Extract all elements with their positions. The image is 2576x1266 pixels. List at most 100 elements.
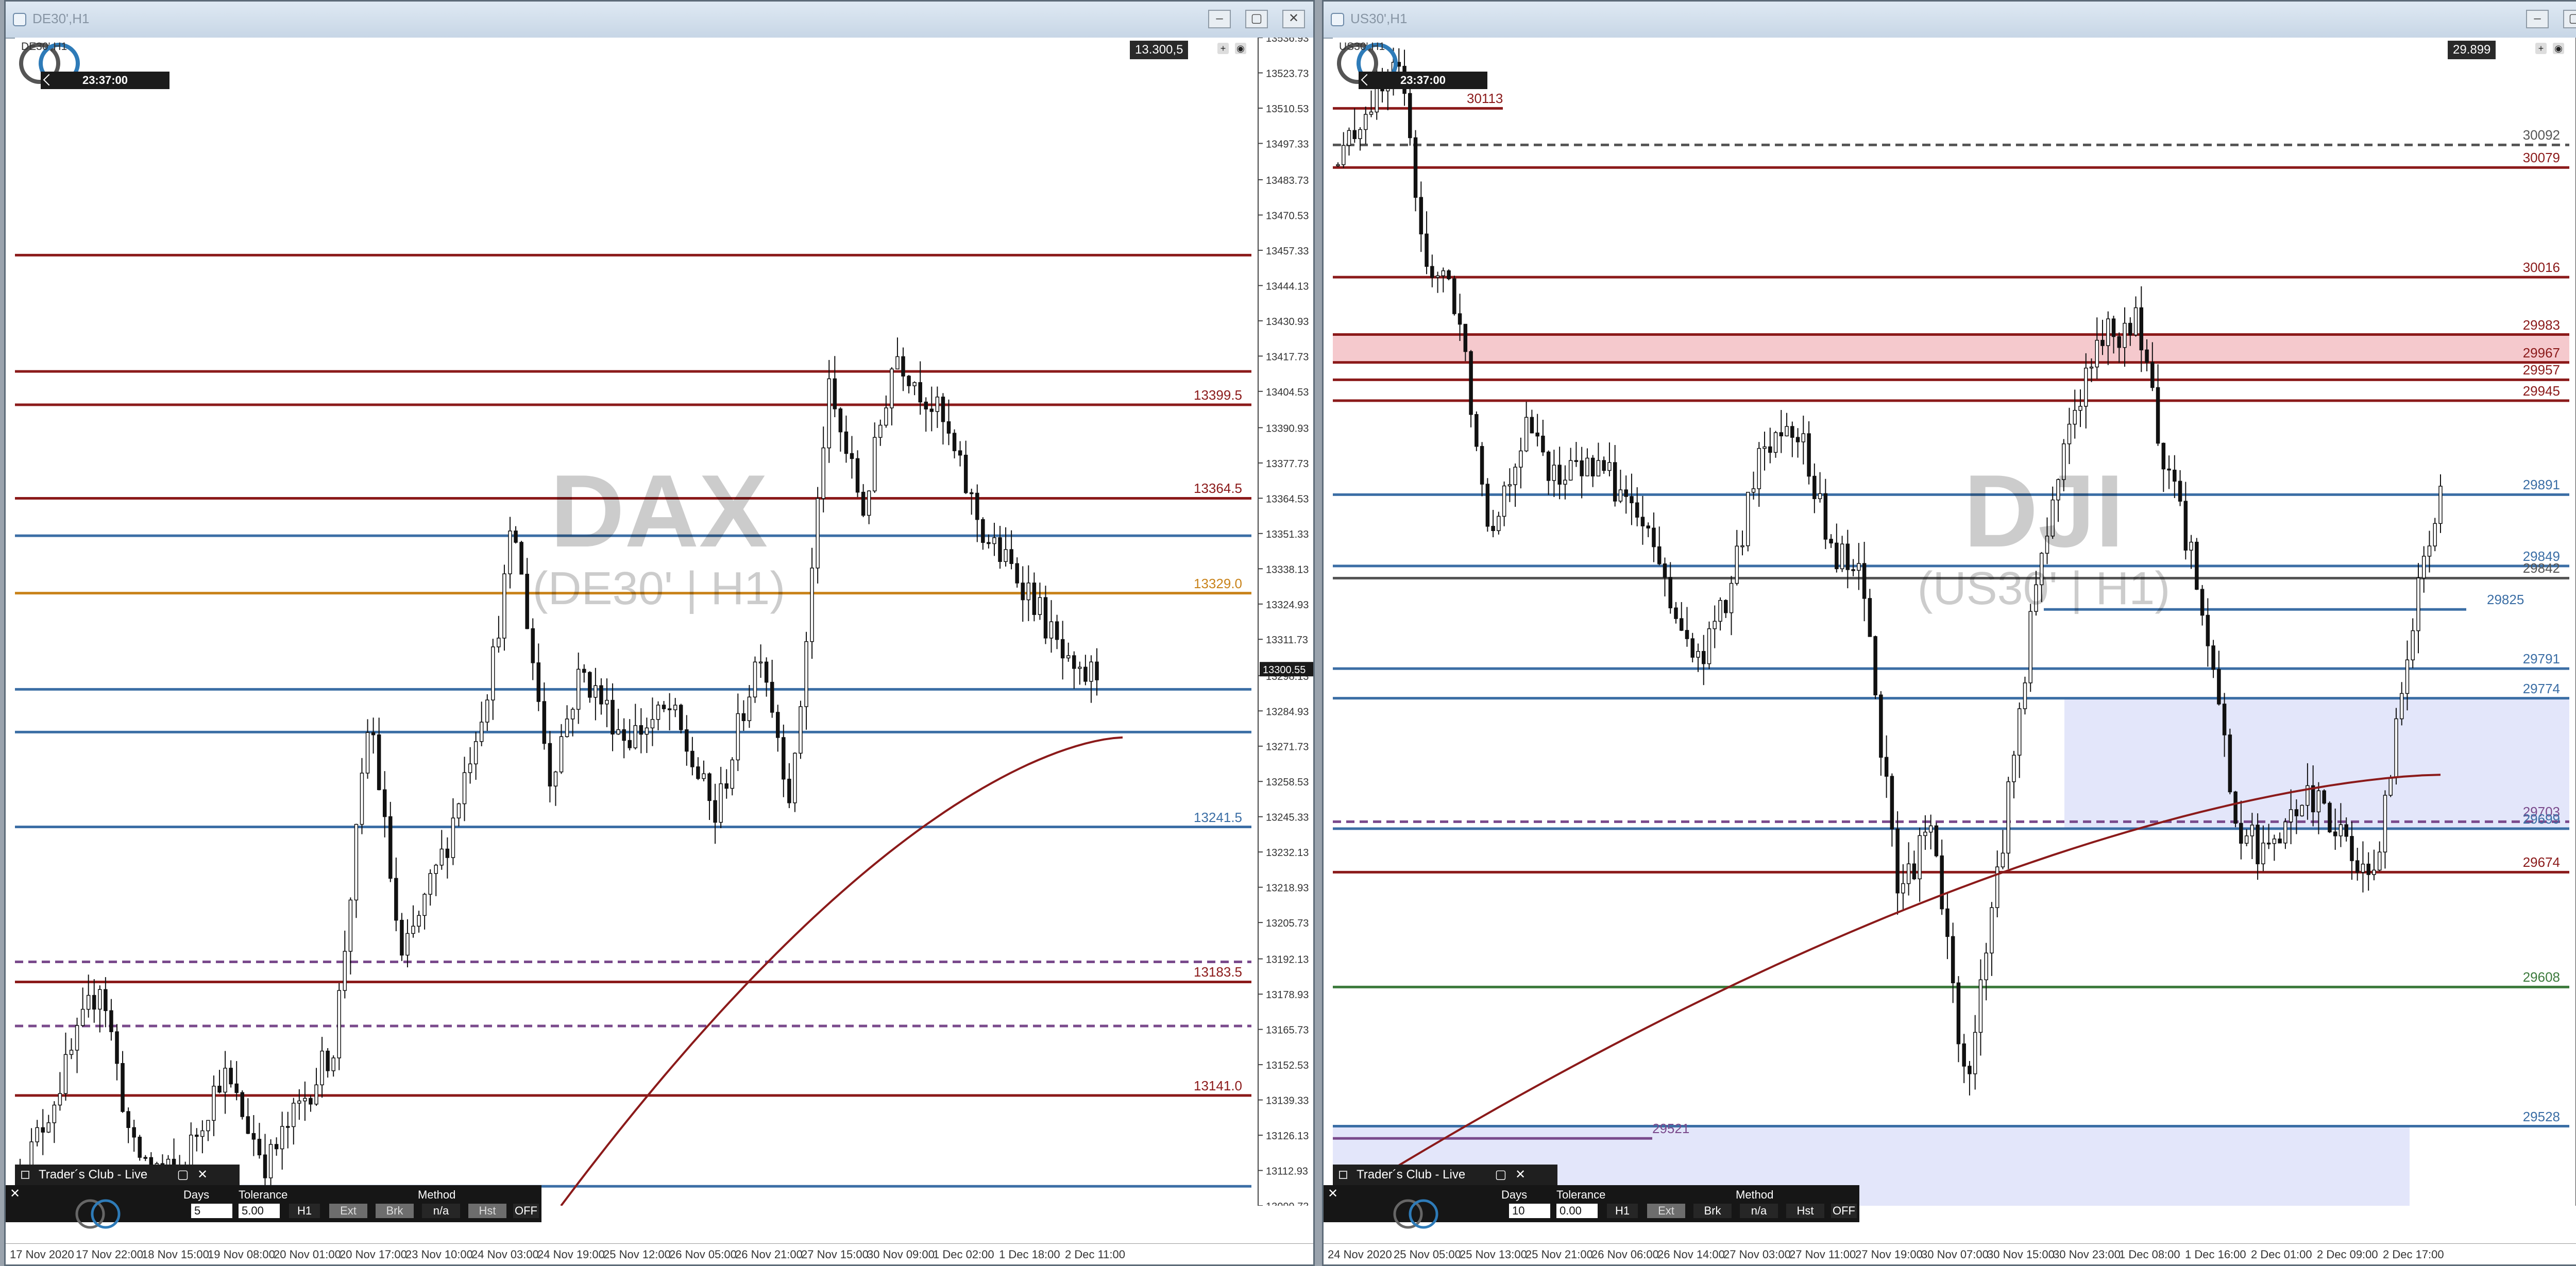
candle-body — [764, 661, 769, 683]
date-label: 1 Dec 18:00 — [999, 1248, 1060, 1261]
chart-window-us30[interactable]: US30',H1 – ▢ ✕ US30',H1 23:37:00 DJI (US… — [1322, 0, 2576, 1266]
candle-body — [2073, 409, 2077, 425]
timeframe-button[interactable]: H1 — [1607, 1204, 1638, 1218]
add-icon[interactable]: + — [1217, 43, 1229, 54]
candle-body — [365, 732, 370, 774]
minimize-button[interactable]: – — [2526, 10, 2549, 28]
tolerance-input[interactable]: 0.00 — [1556, 1204, 1598, 1218]
hst-button[interactable]: Hst — [1786, 1204, 1824, 1218]
candle-body — [702, 773, 706, 779]
panel-close-button[interactable]: ✕ — [195, 1168, 210, 1182]
price-plot[interactable]: DE30',H1 23:37:00 DAX (DE30' | H1) 13399… — [15, 38, 1258, 1206]
candle-body — [741, 713, 746, 721]
date-label: 17 Nov 2020 — [10, 1248, 74, 1261]
candle-body — [217, 1086, 222, 1093]
method-na-button[interactable]: n/a — [422, 1204, 460, 1218]
candle-body — [2333, 831, 2337, 836]
minimize-button[interactable]: – — [1208, 10, 1231, 28]
candle-body — [1978, 979, 1983, 1033]
candle-body — [770, 681, 774, 713]
panel-close-icon[interactable]: ✕ — [10, 1186, 20, 1201]
candle-body — [268, 1144, 273, 1178]
date-label: 25 Nov 13:00 — [1460, 1248, 1527, 1261]
candle-body — [1585, 457, 1589, 476]
window-titlebar[interactable]: US30',H1 – ▢ ✕ — [1324, 2, 2576, 39]
candle-body — [867, 490, 871, 516]
brk-button[interactable]: Brk — [376, 1204, 414, 1218]
panel-close-button[interactable]: ✕ — [1513, 1168, 1528, 1182]
tolerance-input[interactable]: 5.00 — [239, 1204, 280, 1218]
candle-body — [2123, 322, 2127, 348]
date-axis[interactable]: 24 Nov 2020 25 Nov 05:00 25 Nov 13:00 25 No… — [1324, 1243, 2576, 1264]
candle-body — [884, 407, 888, 426]
ext-button[interactable]: Ext — [329, 1204, 367, 1218]
candle-body — [394, 878, 398, 921]
candle-body — [1541, 435, 1545, 453]
maximize-button[interactable]: ▢ — [2563, 10, 2576, 28]
candle-body — [1630, 496, 1634, 503]
candle-body — [206, 1120, 210, 1132]
axis-tick-label: 13470.53 — [1266, 210, 1309, 221]
candle-body — [411, 926, 415, 934]
candle-body — [1657, 546, 1662, 564]
axis-tick-label: 13178.93 — [1266, 989, 1309, 1001]
candle-body — [2150, 362, 2155, 388]
chart-window-de30[interactable]: DE30',H1 – ▢ ✕ DE30',H1 23:37:00 DAX (DE… — [4, 0, 1315, 1266]
candle-body — [280, 1126, 284, 1150]
candle-body — [833, 378, 837, 409]
brk-button[interactable]: Brk — [1693, 1204, 1732, 1218]
candle-body — [1718, 600, 1722, 622]
level-label: 29842 — [2522, 560, 2560, 576]
price-axis-canvas: 13536.93 13523.73 13510.53 13497.33 13483.73… — [1259, 38, 1313, 1206]
panel-logo — [1393, 1199, 1438, 1229]
axis-tick-label: 13457.33 — [1266, 246, 1309, 257]
panel-restore-button[interactable]: ▢ — [176, 1168, 190, 1182]
timeframe-button[interactable]: H1 — [289, 1204, 320, 1218]
axis-tick-label: 13536.93 — [1266, 38, 1309, 44]
off-button[interactable]: OFF — [1831, 1204, 1857, 1218]
candle-body — [1840, 543, 1844, 570]
price-plot[interactable]: US30',H1 23:37:00 DJI (US30' | H1) 30113… — [1333, 38, 2575, 1206]
window-titlebar[interactable]: DE30',H1 – ▢ ✕ — [6, 2, 1313, 39]
candle-body — [2322, 790, 2326, 804]
days-input[interactable]: 5 — [191, 1204, 232, 1218]
candle-body — [2366, 863, 2370, 875]
candle-body — [599, 685, 603, 705]
tradersclub-header: Trader´s Club - Live ▢ ✕ — [1333, 1165, 1557, 1185]
add-icon[interactable]: + — [2535, 43, 2547, 54]
target-icon[interactable]: ◉ — [2553, 43, 2564, 54]
price-axis[interactable]: 13.300,5 13536.93 13523.73 13510.53 13497.3… — [1130, 38, 1313, 1206]
panel-restore-button[interactable]: ▢ — [1494, 1168, 1508, 1182]
candle-body — [41, 1127, 45, 1133]
date-label: 25 Nov 21:00 — [1526, 1248, 1593, 1261]
candle-body — [1851, 569, 1855, 571]
axis-tick-label: 13483.73 — [1266, 175, 1309, 186]
date-axis[interactable]: 17 Nov 2020 17 Nov 22:00 18 Nov 15:00 19 No… — [6, 1243, 1313, 1264]
candle-body — [1740, 545, 1744, 548]
off-button[interactable]: OFF — [513, 1204, 539, 1218]
candle-body — [451, 817, 455, 858]
candle-body — [1015, 563, 1019, 584]
candle-body — [46, 1122, 51, 1133]
candle-body — [1928, 825, 1933, 833]
hst-button[interactable]: Hst — [468, 1204, 506, 1218]
axis-tick-label: 13258.53 — [1266, 777, 1309, 788]
close-button[interactable]: ✕ — [1282, 10, 1305, 28]
axis-tick-label: 13444.13 — [1266, 281, 1309, 292]
method-label: Method — [1736, 1188, 1774, 1201]
level-label: 29825 — [2487, 592, 2524, 608]
days-input[interactable]: 10 — [1509, 1204, 1550, 1218]
candle-body — [2294, 809, 2299, 816]
candle-body — [297, 1100, 301, 1104]
candle-body — [1729, 583, 1734, 613]
target-icon[interactable]: ◉ — [1235, 43, 1246, 54]
ext-button[interactable]: Ext — [1647, 1204, 1685, 1218]
maximize-button[interactable]: ▢ — [1245, 10, 1268, 28]
method-na-button[interactable]: n/a — [1740, 1204, 1778, 1218]
candle-body — [1507, 484, 1512, 487]
candle-body — [1823, 493, 1828, 540]
candle-body — [1552, 465, 1556, 481]
candle-body — [861, 491, 866, 516]
candle-body — [895, 356, 900, 370]
panel-close-icon[interactable]: ✕ — [1328, 1186, 1338, 1201]
